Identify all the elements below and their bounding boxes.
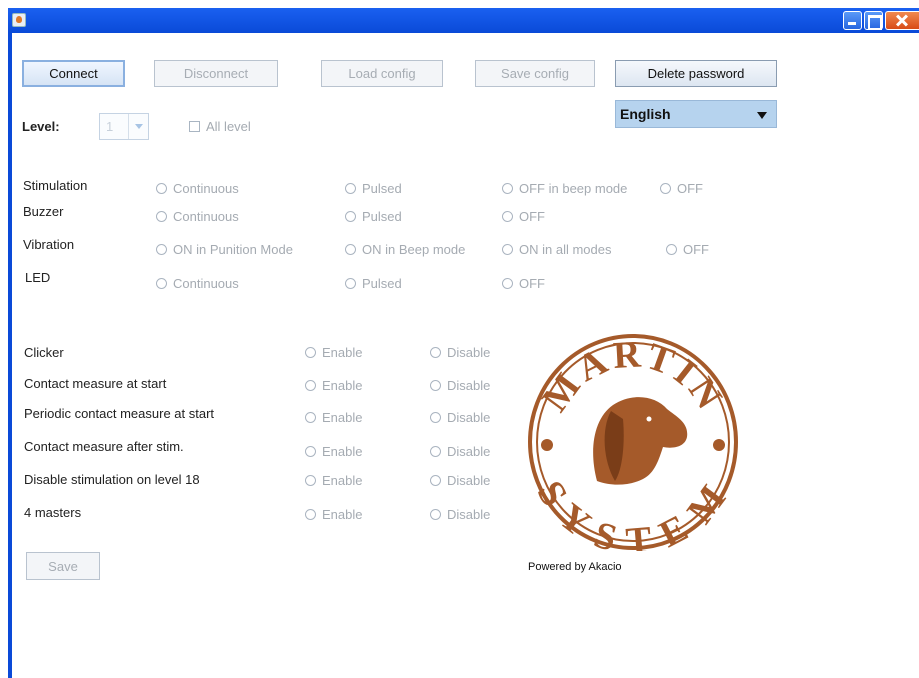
- contact-measure-after-stim-enable-radio[interactable]: Enable: [305, 444, 362, 459]
- four-masters-enable-radio[interactable]: Enable: [305, 507, 362, 522]
- radio-icon: [305, 446, 316, 457]
- buzzer-option[interactable]: Pulsed: [345, 209, 402, 224]
- radio-icon: [660, 183, 671, 194]
- radio-icon: [502, 183, 513, 194]
- led-option[interactable]: Pulsed: [345, 276, 402, 291]
- stimulation-label: Stimulation: [23, 178, 88, 193]
- stimulation-option[interactable]: Continuous: [156, 181, 239, 196]
- save-config-button[interactable]: Save config: [475, 60, 595, 87]
- radio-icon: [305, 475, 316, 486]
- radio-icon: [345, 211, 356, 222]
- minimize-icon[interactable]: [843, 11, 862, 30]
- radio-icon: [345, 244, 356, 255]
- radio-icon: [156, 278, 167, 289]
- radio-icon: [305, 380, 316, 391]
- radio-icon: [666, 244, 677, 255]
- radio-icon: [305, 509, 316, 520]
- window-border: [8, 33, 12, 678]
- buzzer-option[interactable]: Continuous: [156, 209, 239, 224]
- contact-measure-after-stim-label: Contact measure after stim.: [24, 439, 184, 454]
- chevron-down-icon[interactable]: [757, 112, 767, 119]
- vibration-option[interactable]: ON in Beep mode: [345, 242, 465, 257]
- martin-system-logo: MARTIN SYSTEM: [528, 333, 738, 551]
- close-icon[interactable]: [885, 11, 919, 30]
- stimulation-option[interactable]: OFF in beep mode: [502, 181, 627, 196]
- contact-measure-start-disable-radio[interactable]: Disable: [430, 378, 490, 393]
- radio-icon: [430, 446, 441, 457]
- four-masters-label: 4 masters: [24, 505, 82, 520]
- radio-icon: [502, 211, 513, 222]
- all-level-label: All level: [206, 119, 251, 134]
- led-option[interactable]: Continuous: [156, 276, 239, 291]
- disable-stim-level18-disable-radio[interactable]: Disable: [430, 473, 490, 488]
- level-select[interactable]: 1: [99, 113, 149, 140]
- clicker-enable-radio[interactable]: Enable: [305, 345, 362, 360]
- radio-icon: [430, 509, 441, 520]
- disable-stim-level18-enable-radio[interactable]: Enable: [305, 473, 362, 488]
- vibration-label: Vibration: [23, 237, 75, 252]
- radio-icon: [305, 347, 316, 358]
- periodic-contact-measure-enable-radio[interactable]: Enable: [305, 410, 362, 425]
- radio-icon: [502, 244, 513, 255]
- load-config-button[interactable]: Load config: [321, 60, 443, 87]
- disconnect-button[interactable]: Disconnect: [154, 60, 278, 87]
- radio-icon: [430, 380, 441, 391]
- title-bar: [8, 8, 919, 33]
- radio-icon: [430, 347, 441, 358]
- chevron-down-icon[interactable]: [128, 114, 148, 139]
- svg-text:SYSTEM: SYSTEM: [529, 474, 737, 551]
- connect-button[interactable]: Connect: [22, 60, 125, 87]
- clicker-label: Clicker: [24, 345, 64, 360]
- radio-icon: [156, 244, 167, 255]
- powered-by-label: Powered by Akacio: [528, 561, 622, 573]
- buzzer-option[interactable]: OFF: [502, 209, 545, 224]
- vibration-option[interactable]: OFF: [666, 242, 709, 257]
- delete-password-button[interactable]: Delete password: [615, 60, 777, 87]
- periodic-contact-measure-disable-radio[interactable]: Disable: [430, 410, 490, 425]
- disable-stim-level18-label: Disable stimulation on level 18: [24, 472, 200, 487]
- contact-measure-after-stim-disable-radio[interactable]: Disable: [430, 444, 490, 459]
- radio-icon: [345, 278, 356, 289]
- vibration-option[interactable]: ON in Punition Mode: [156, 242, 293, 257]
- maximize-icon[interactable]: [864, 11, 883, 30]
- contact-measure-start-label: Contact measure at start: [24, 376, 167, 391]
- all-level-checkbox[interactable]: [189, 121, 200, 132]
- radio-icon: [156, 211, 167, 222]
- radio-icon: [305, 412, 316, 423]
- contact-measure-start-enable-radio[interactable]: Enable: [305, 378, 362, 393]
- four-masters-disable-radio[interactable]: Disable: [430, 507, 490, 522]
- radio-icon: [430, 475, 441, 486]
- radio-icon: [156, 183, 167, 194]
- radio-icon: [345, 183, 356, 194]
- led-label: LED: [25, 270, 51, 285]
- periodic-contact-measure-label: Periodic contact measure at start: [24, 406, 215, 421]
- radio-icon: [502, 278, 513, 289]
- level-label: Level:: [22, 119, 60, 134]
- clicker-disable-radio[interactable]: Disable: [430, 345, 490, 360]
- led-option[interactable]: OFF: [502, 276, 545, 291]
- stimulation-option[interactable]: OFF: [660, 181, 703, 196]
- stimulation-option[interactable]: Pulsed: [345, 181, 402, 196]
- save-button[interactable]: Save: [26, 552, 100, 580]
- level-value: 1: [106, 119, 114, 134]
- vibration-option[interactable]: ON in all modes: [502, 242, 611, 257]
- java-app-icon: [12, 13, 26, 27]
- language-selected: English: [620, 106, 671, 122]
- radio-icon: [430, 412, 441, 423]
- language-select[interactable]: English: [615, 100, 777, 128]
- buzzer-label: Buzzer: [23, 204, 64, 219]
